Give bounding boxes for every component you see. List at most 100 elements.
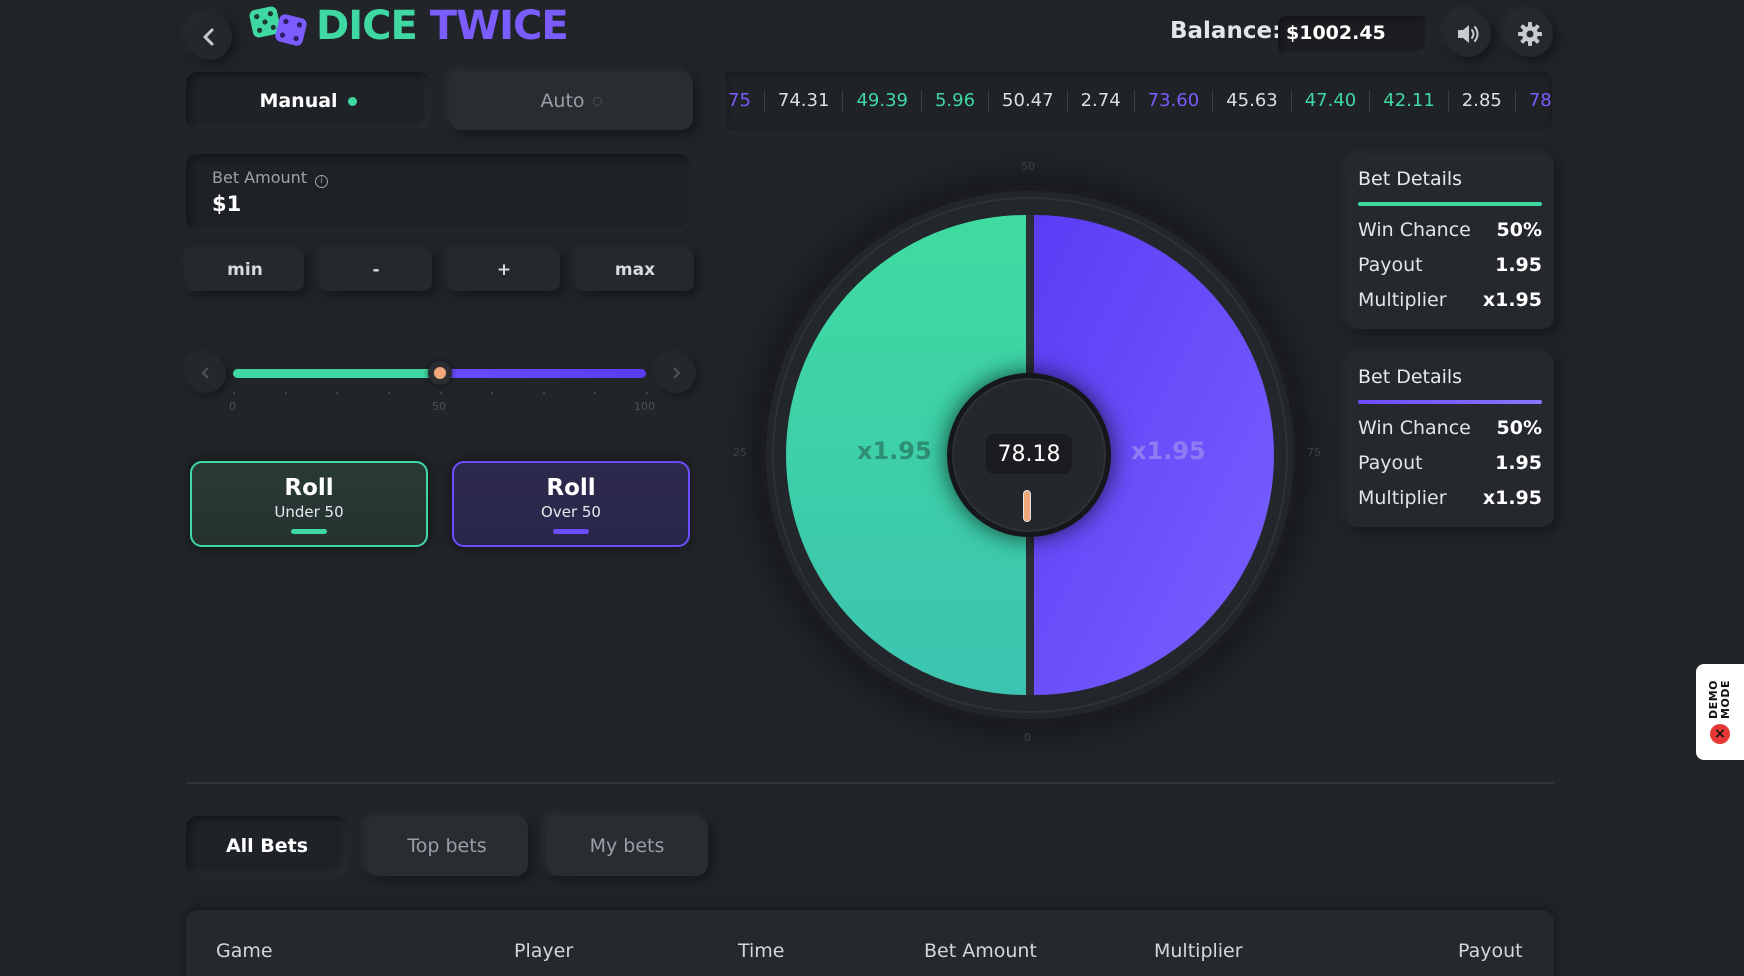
bet-details-title: Bet Details [1358,366,1463,388]
tab-my-bets[interactable]: My bets [546,816,708,876]
history-item: 49.39 [843,90,922,112]
detail-row-payout: Payout 1.95 [1358,253,1542,276]
history-item: 78.18 [1528,90,1552,111]
roll-under-button[interactable]: Roll Under 50 [190,461,428,547]
slider-next-button[interactable] [656,353,696,393]
slider-track-over [439,369,646,378]
settings-button[interactable] [1507,11,1553,57]
slider-tick [594,392,597,394]
slider-tick [336,392,339,394]
slider-tick [439,392,442,394]
section-divider [186,782,1554,784]
column-player: Player [514,940,574,962]
slider-label-mid: 50 [432,400,446,413]
demo-mode-text: DEMO MODE [1707,679,1732,719]
tab-all-bets[interactable]: All Bets [186,816,348,876]
history-item: 73.60 [1135,90,1214,112]
history-item: 45.63 [1213,90,1292,112]
demo-mode-badge[interactable]: DEMO MODE × [1696,664,1744,760]
wheel-label-left: 25 [733,446,747,459]
slider-tick [233,392,235,394]
tab-auto[interactable]: Auto [449,72,693,130]
slider-thumb[interactable] [428,361,452,385]
roll-under-subtitle: Under 50 [274,502,344,521]
bet-amount-label: Bet Amount i [212,168,666,188]
bets-table-header: Game Player Time Bet Amount Multiplier P… [186,910,1554,976]
roll-under-indicator [291,528,327,534]
detail-row-win-chance: Win Chance 50% [1358,416,1542,439]
history-item: 50.47 [989,90,1068,112]
roll-result: 78.18 [986,434,1072,474]
target-slider[interactable]: 0 50 100 [186,337,696,437]
slider-label-min: 0 [229,400,236,413]
under-multiplier: x1.95 [857,437,932,465]
history-item: 2.74 [1068,90,1135,112]
tab-auto-label: Auto [540,90,585,112]
slider-tick [542,392,545,394]
dice-logo-icon [249,6,307,46]
bet-details-over: Bet Details Win Chance 50% Payout 1.95 Mul… [1346,352,1554,527]
bet-details-accent [1358,400,1542,404]
chevron-right-icon [673,367,681,379]
detail-row-win-chance: Win Chance 50% [1358,218,1542,241]
active-dot-icon [347,96,357,106]
roll-history: 75 74.31 49.39 5.96 50.47 2.74 73.60 45.63 47.40… [726,72,1552,130]
history-item: 74.31 [765,90,844,112]
balance-label: Balance: [1170,18,1282,44]
tab-top-bets[interactable]: Top bets [366,816,528,876]
slider-prev-button[interactable] [186,353,226,393]
detail-row-payout: Payout 1.95 [1358,451,1542,474]
decrease-button[interactable]: - [320,249,432,291]
slider-tick [646,392,648,394]
sound-button[interactable] [1445,11,1491,57]
bet-amount-value: $1 [212,192,242,216]
tab-manual[interactable]: Manual [186,72,430,130]
history-item: 42.11 [1370,90,1449,112]
wheel-label-top: 50 [1021,160,1035,173]
increase-button[interactable]: + [448,249,560,291]
wheel-label-right: 75 [1307,446,1321,459]
chevron-left-icon [201,367,209,379]
bet-details-accent [1358,202,1542,206]
roll-over-button[interactable]: Roll Over 50 [452,461,690,547]
slider-tick [491,392,494,394]
slider-tick [284,392,287,394]
tab-manual-label: Manual [259,90,338,112]
back-button[interactable] [186,14,232,60]
logo-word-dice: DICE [316,3,418,49]
column-bet-amount: Bet Amount [924,940,1037,962]
column-game: Game [216,940,273,962]
wheel-label-bottom: 0 [1024,731,1031,744]
result-needle [1023,490,1031,522]
bet-details-title: Bet Details [1358,168,1463,190]
inactive-dot-icon [592,96,602,106]
speaker-icon [1458,25,1479,43]
column-multiplier: Multiplier [1154,940,1243,962]
gear-icon [1518,22,1542,46]
roll-under-title: Roll [284,474,334,501]
logo-word-twice: TWICE [429,3,569,49]
history-item: 5.96 [922,90,990,112]
slider-track-under [233,369,443,378]
balance-value: $1002.45 [1278,16,1428,54]
close-icon[interactable]: × [1710,724,1730,745]
roll-over-title: Roll [546,474,596,501]
bet-details-under: Bet Details Win Chance 50% Payout 1.95 Mul… [1346,154,1554,329]
min-button[interactable]: min [186,249,304,291]
slider-tick [387,392,390,394]
history-item: 75 [726,90,765,112]
column-payout: Payout [1458,940,1523,962]
bet-amount-field[interactable]: Bet Amount i $1 [186,154,692,231]
detail-row-multiplier: Multiplier x1.95 [1358,486,1542,509]
app-logo-text: DICE TWICE [316,0,569,52]
max-button[interactable]: max [576,249,694,291]
roll-over-subtitle: Over 50 [541,502,601,521]
slider-label-max: 100 [634,400,655,413]
slider-ticks [233,392,648,398]
column-time: Time [738,940,785,962]
history-item: 2.85 [1449,90,1516,112]
history-item: 47.40 [1292,90,1371,112]
over-multiplier: x1.95 [1131,437,1206,465]
detail-row-multiplier: Multiplier x1.95 [1358,288,1542,311]
info-icon: i [315,175,329,188]
